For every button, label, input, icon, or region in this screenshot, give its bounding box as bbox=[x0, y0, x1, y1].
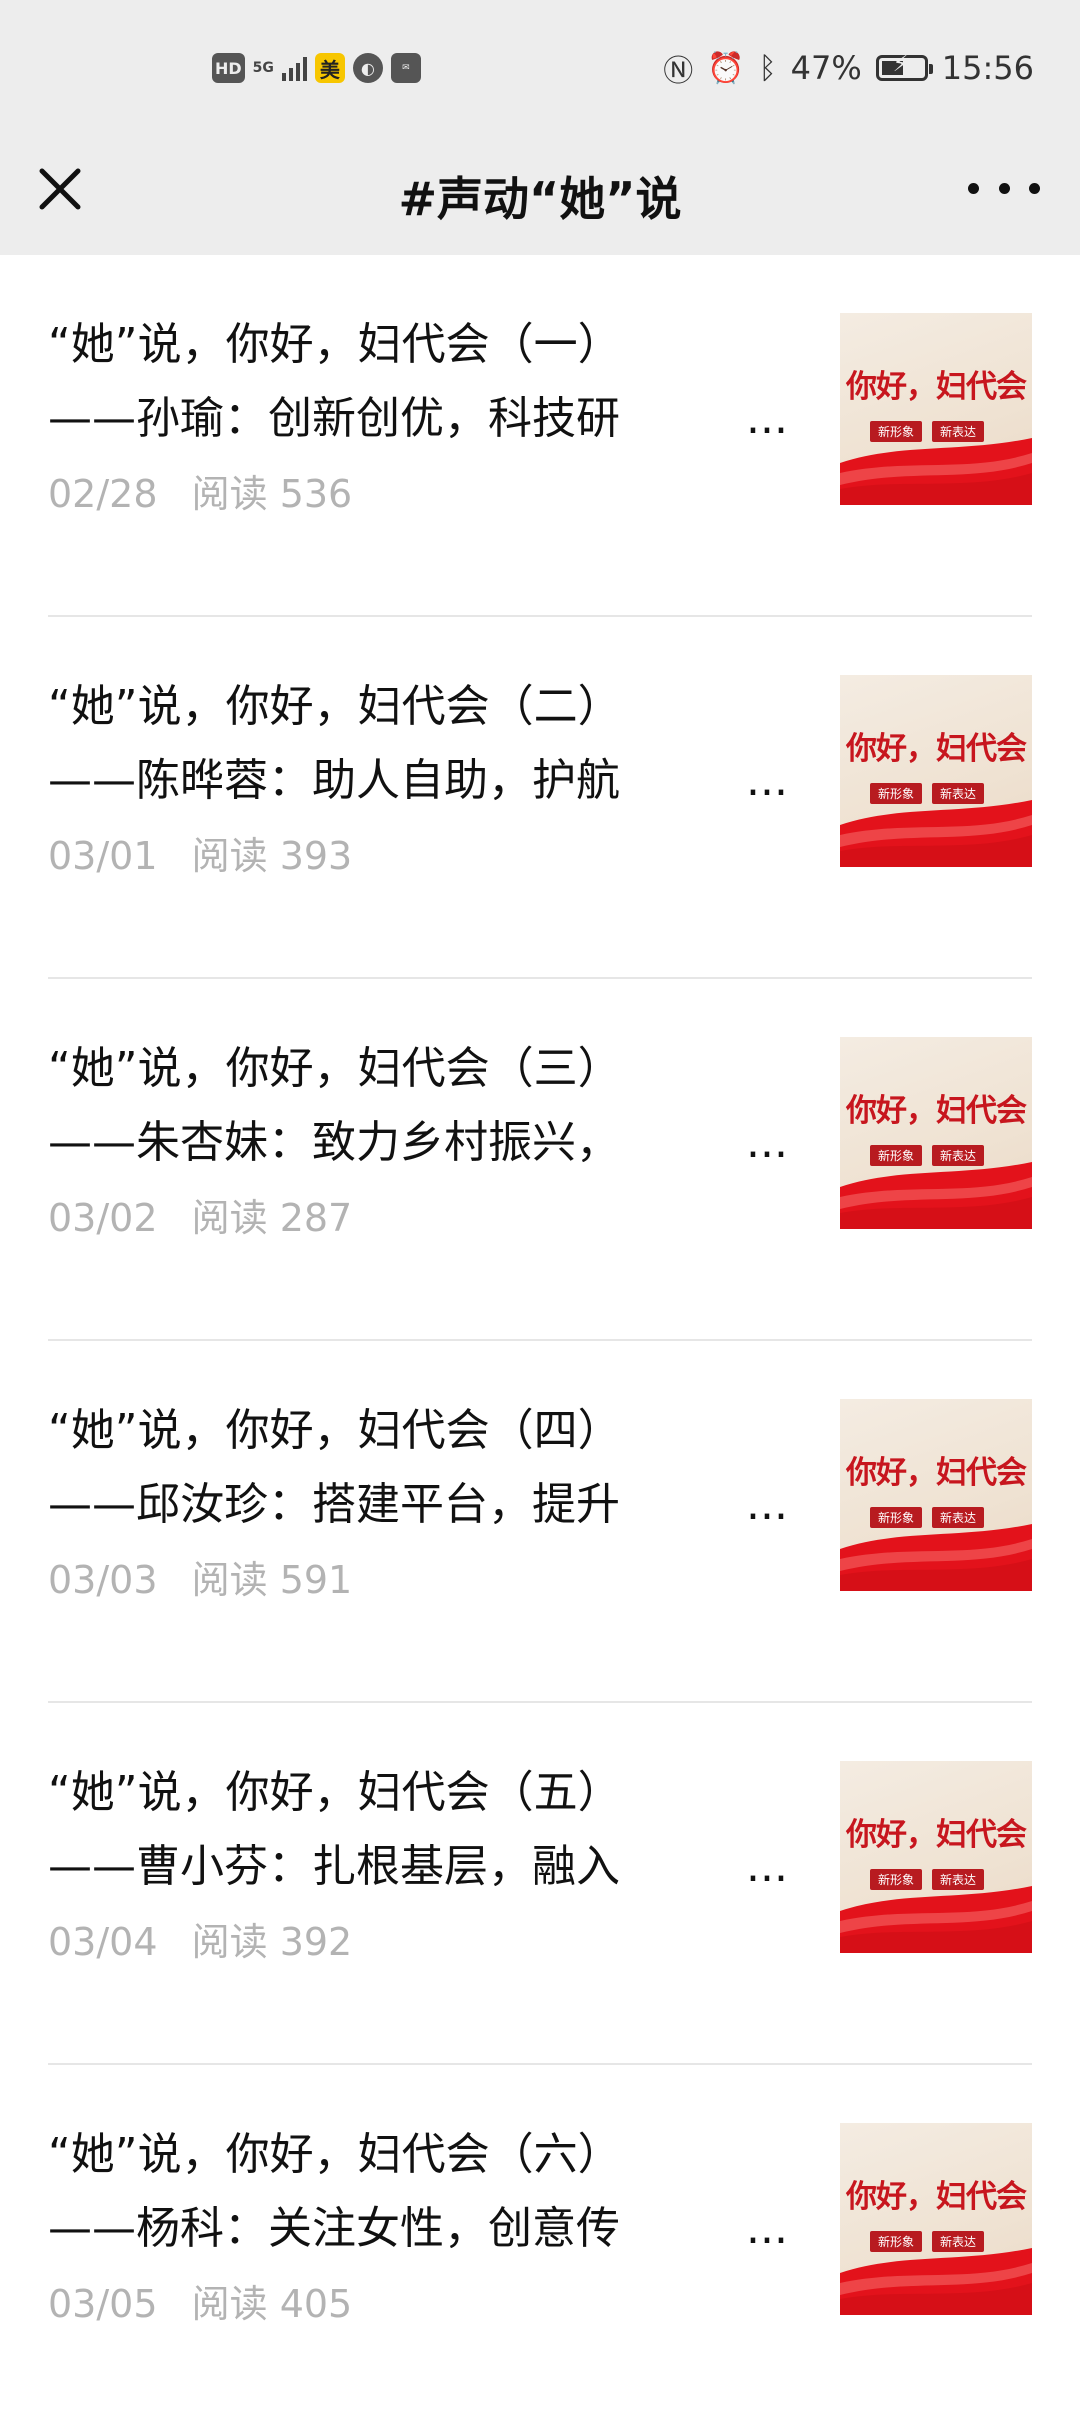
thumbnail-tag: 新表达 bbox=[932, 421, 985, 442]
thumbnail-tag: 新形象 bbox=[870, 783, 923, 804]
ellipsis: ... bbox=[746, 2203, 788, 2254]
thumbnail-tag: 新表达 bbox=[932, 1507, 985, 1528]
list-item[interactable]: “她”说，你好，妇代会（一） ——孙瑜：创新创优，科技研... 02/28 阅读… bbox=[48, 255, 1032, 617]
article-meta: 03/05 阅读 405 bbox=[48, 2273, 352, 2328]
article-date: 03/03 bbox=[48, 1558, 158, 1602]
ellipsis: ... bbox=[746, 1117, 788, 1168]
meituan-app-icon: 美 bbox=[314, 53, 345, 83]
article-date: 03/05 bbox=[48, 2282, 158, 2326]
list-item[interactable]: “她”说，你好，妇代会（三） ——朱杏妹：致力乡村振兴，... 03/02 阅读… bbox=[48, 979, 1032, 1341]
thumbnail-tags: 新形象 新表达 bbox=[870, 1145, 985, 1166]
article-title-line1: “她”说，你好，妇代会（五） bbox=[48, 1767, 622, 1818]
hd-icon: HD bbox=[212, 53, 245, 83]
article-title: “她”说，你好，妇代会（五） ——曹小芬：扎根基层，融入... bbox=[48, 1756, 788, 1904]
signal-icon bbox=[281, 55, 307, 81]
article-thumbnail: 你好，妇代会 新形象 新表达 bbox=[840, 1399, 1032, 1591]
article-read-count: 阅读 591 bbox=[191, 1558, 353, 1602]
article-read-count: 阅读 287 bbox=[191, 1196, 353, 1240]
article-title-line1: “她”说，你好，妇代会（六） bbox=[48, 2129, 622, 2180]
article-meta: 03/04 阅读 392 bbox=[48, 1911, 352, 1966]
list-item[interactable]: “她”说，你好，妇代会（六） ——杨科：关注女性，创意传... 03/05 阅读… bbox=[48, 2065, 1032, 2427]
list-item[interactable]: “她”说，你好，妇代会（四） ——邱汝珍：搭建平台，提升... 03/03 阅读… bbox=[48, 1341, 1032, 1703]
thumbnail-tags: 新形象 新表达 bbox=[870, 1869, 985, 1890]
article-date: 03/01 bbox=[48, 834, 158, 878]
article-meta: 03/01 阅读 393 bbox=[48, 825, 352, 880]
list-item[interactable]: “她”说，你好，妇代会（二） ——陈晔蓉：助人自助，护航... 03/01 阅读… bbox=[48, 617, 1032, 979]
status-bar: HD 5G 美 ◐ ✉ Ⓝ ⏰ ᛒ 47% ⚡ 15:56 bbox=[0, 0, 1080, 135]
article-read-count: 阅读 392 bbox=[191, 1920, 353, 1964]
thumbnail-tags: 新形象 新表达 bbox=[870, 783, 985, 804]
article-thumbnail: 你好，妇代会 新形象 新表达 bbox=[840, 313, 1032, 505]
article-date: 02/28 bbox=[48, 472, 158, 516]
ellipsis: ... bbox=[746, 1841, 788, 1892]
article-thumbnail: 你好，妇代会 新形象 新表达 bbox=[840, 2123, 1032, 2315]
article-title: “她”说，你好，妇代会（二） ——陈晔蓉：助人自助，护航... bbox=[48, 670, 788, 818]
thumbnail-tag: 新形象 bbox=[870, 421, 923, 442]
article-date: 03/04 bbox=[48, 1920, 158, 1964]
thumbnail-title: 你好，妇代会 bbox=[846, 1093, 1027, 1129]
thumbnail-tag: 新表达 bbox=[932, 2231, 985, 2252]
nfc-icon: Ⓝ bbox=[663, 54, 694, 89]
nav-bar: #声动“她”说 bbox=[0, 135, 1080, 255]
thumbnail-tags: 新形象 新表达 bbox=[870, 421, 985, 442]
article-title: “她”说，你好，妇代会（六） ——杨科：关注女性，创意传... bbox=[48, 2118, 788, 2266]
article-title-line2: ——杨科：关注女性，创意传... bbox=[48, 2192, 788, 2266]
thumbnail-tag: 新形象 bbox=[870, 2231, 923, 2252]
article-meta: 03/03 阅读 591 bbox=[48, 1549, 352, 1604]
thumbnail-tag: 新形象 bbox=[870, 1869, 923, 1890]
ellipsis: ... bbox=[746, 1479, 788, 1530]
thumbnail-tag: 新形象 bbox=[870, 1507, 923, 1528]
thumbnail-tag: 新表达 bbox=[932, 783, 985, 804]
article-meta: 02/28 阅读 536 bbox=[48, 463, 352, 518]
thumbnail-tags: 新形象 新表达 bbox=[870, 1507, 985, 1528]
thumbnail-tag: 新形象 bbox=[870, 1145, 923, 1166]
bluetooth-icon: ᛒ bbox=[758, 50, 777, 86]
status-right-icons: Ⓝ ⏰ ᛒ 47% ⚡ 15:56 bbox=[663, 46, 1034, 90]
article-list: “她”说，你好，妇代会（一） ——孙瑜：创新创优，科技研... 02/28 阅读… bbox=[0, 255, 1080, 2427]
thumbnail-tags: 新形象 新表达 bbox=[870, 2231, 985, 2252]
article-read-count: 阅读 536 bbox=[191, 472, 353, 516]
thumbnail-title: 你好，妇代会 bbox=[846, 1455, 1027, 1491]
ellipsis: ... bbox=[746, 393, 788, 444]
article-title-line1: “她”说，你好，妇代会（三） bbox=[48, 1043, 622, 1094]
status-left-icons: HD 5G 美 ◐ ✉ bbox=[212, 50, 421, 86]
battery-icon: ⚡ bbox=[875, 52, 933, 81]
article-title-line2: ——曹小芬：扎根基层，融入... bbox=[48, 1830, 788, 1904]
article-date: 03/02 bbox=[48, 1196, 158, 1240]
article-title-line1: “她”说，你好，妇代会（四） bbox=[48, 1405, 622, 1456]
alarm-icon: ⏰ bbox=[707, 50, 745, 86]
article-read-count: 阅读 405 bbox=[191, 2282, 353, 2326]
article-thumbnail: 你好，妇代会 新形象 新表达 bbox=[840, 1037, 1032, 1229]
thumbnail-tag: 新表达 bbox=[932, 1869, 985, 1890]
more-icon[interactable] bbox=[968, 173, 1040, 203]
article-title: “她”说，你好，妇代会（三） ——朱杏妹：致力乡村振兴，... bbox=[48, 1032, 788, 1180]
ellipsis: ... bbox=[746, 755, 788, 806]
thumbnail-tag: 新表达 bbox=[932, 1145, 985, 1166]
thumbnail-title: 你好，妇代会 bbox=[846, 2179, 1027, 2215]
article-meta: 03/02 阅读 287 bbox=[48, 1187, 352, 1242]
app-notification-icon: ◐ bbox=[352, 53, 383, 83]
article-title: “她”说，你好，妇代会（四） ——邱汝珍：搭建平台，提升... bbox=[48, 1394, 788, 1542]
battery-percentage: 47% bbox=[790, 49, 862, 87]
thumbnail-title: 你好，妇代会 bbox=[846, 1817, 1027, 1853]
article-title-line2: ——陈晔蓉：助人自助，护航... bbox=[48, 744, 788, 818]
article-title-line2: ——孙瑜：创新创优，科技研... bbox=[48, 382, 788, 456]
article-thumbnail: 你好，妇代会 新形象 新表达 bbox=[840, 675, 1032, 867]
article-title-line1: “她”说，你好，妇代会（一） bbox=[48, 319, 622, 370]
article-thumbnail: 你好，妇代会 新形象 新表达 bbox=[840, 1761, 1032, 1953]
article-title-line2: ——朱杏妹：致力乡村振兴，... bbox=[48, 1106, 788, 1180]
article-title-line2: ——邱汝珍：搭建平台，提升... bbox=[48, 1468, 788, 1542]
thumbnail-title: 你好，妇代会 bbox=[846, 731, 1027, 767]
article-title: “她”说，你好，妇代会（一） ——孙瑜：创新创优，科技研... bbox=[48, 308, 788, 456]
article-read-count: 阅读 393 bbox=[191, 834, 353, 878]
network-5g-icon: 5G bbox=[252, 60, 274, 76]
huawei-notification-icon: ✉ bbox=[390, 53, 421, 83]
thumbnail-title: 你好，妇代会 bbox=[846, 369, 1027, 405]
list-item[interactable]: “她”说，你好，妇代会（五） ——曹小芬：扎根基层，融入... 03/04 阅读… bbox=[48, 1703, 1032, 2065]
status-time: 15:56 bbox=[941, 49, 1034, 87]
article-title-line1: “她”说，你好，妇代会（二） bbox=[48, 681, 622, 732]
page-title: #声动“她”说 bbox=[398, 172, 682, 226]
